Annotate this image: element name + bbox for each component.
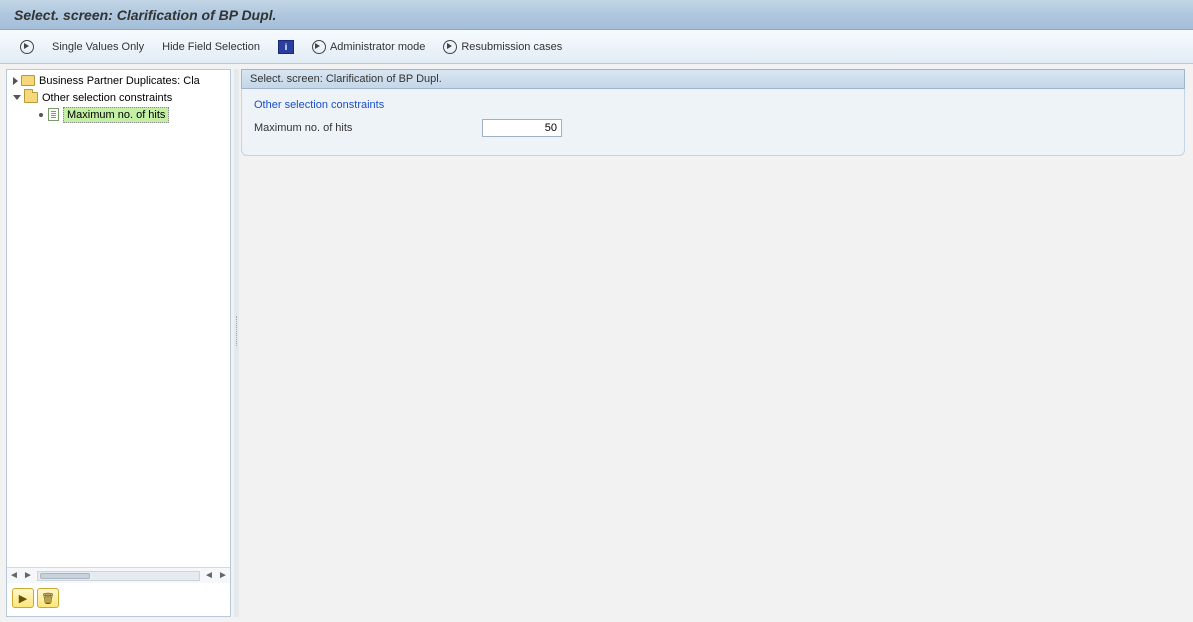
execute-icon [312, 40, 326, 54]
panel-body: Other selection constraints Maximum no. … [241, 89, 1185, 156]
field-row-max-hits: Maximum no. of hits [252, 119, 1174, 137]
play-icon: ▶ [19, 592, 27, 605]
tree-body: Business Partner Duplicates: Cla Other s… [7, 70, 230, 567]
panel-divider[interactable] [234, 69, 239, 617]
folder-icon [21, 75, 35, 86]
scroll-left-icon[interactable]: ◄ [7, 569, 21, 583]
info-button[interactable]: i [272, 36, 300, 58]
panel-header-label: Select. screen: Clarification of BP Dupl… [250, 73, 442, 85]
resubmission-cases-button[interactable]: Resubmission cases [437, 36, 568, 58]
tree-node-other-constraints[interactable]: Other selection constraints [7, 89, 230, 106]
execute-icon [20, 40, 34, 54]
panel-header: Select. screen: Clarification of BP Dupl… [241, 69, 1185, 89]
document-icon [48, 108, 59, 121]
tree-node-bp-duplicates[interactable]: Business Partner Duplicates: Cla [7, 72, 230, 89]
max-hits-input[interactable] [482, 119, 562, 137]
tree-h-scrollbar[interactable]: ◄ ► ◄ ► [7, 567, 230, 583]
scroll-right-icon[interactable]: ► [21, 569, 35, 583]
bullet-icon [39, 113, 43, 117]
scroll-right-icon[interactable]: ► [216, 569, 230, 583]
trash-icon: 🗑 [41, 592, 55, 605]
app-toolbar: Single Values Only Hide Field Selection … [0, 30, 1193, 64]
folder-open-icon [24, 92, 38, 103]
single-values-button[interactable]: Single Values Only [46, 36, 150, 58]
collapse-icon[interactable] [13, 95, 21, 100]
max-hits-label: Maximum no. of hits [254, 122, 474, 134]
tree-panel: Business Partner Duplicates: Cla Other s… [6, 69, 231, 617]
administrator-mode-button[interactable]: Administrator mode [306, 36, 431, 58]
group-label: Other selection constraints [252, 97, 1174, 119]
administrator-mode-label: Administrator mode [330, 41, 425, 53]
execute-icon [443, 40, 457, 54]
scroll-track[interactable] [37, 571, 200, 581]
execute-button[interactable] [14, 36, 40, 58]
delete-button[interactable]: 🗑 [37, 588, 59, 608]
page-title: Select. screen: Clarification of BP Dupl… [14, 7, 276, 23]
tree-node-label-selected: Maximum no. of hits [63, 107, 169, 123]
tree-actions: ▶ 🗑 [7, 583, 230, 616]
title-bar: Select. screen: Clarification of BP Dupl… [0, 0, 1193, 30]
tree-node-label: Business Partner Duplicates: Cla [39, 75, 200, 87]
expand-icon[interactable] [13, 77, 18, 85]
content-area: Business Partner Duplicates: Cla Other s… [0, 64, 1193, 622]
hide-field-selection-button[interactable]: Hide Field Selection [156, 36, 266, 58]
scroll-thumb[interactable] [40, 573, 90, 579]
scroll-left-icon[interactable]: ◄ [202, 569, 216, 583]
info-icon: i [278, 40, 294, 54]
single-values-label: Single Values Only [52, 41, 144, 53]
resubmission-cases-label: Resubmission cases [461, 41, 562, 53]
main-panel: Select. screen: Clarification of BP Dupl… [239, 64, 1193, 622]
tree-node-max-hits[interactable]: Maximum no. of hits [7, 106, 230, 123]
hide-field-selection-label: Hide Field Selection [162, 41, 260, 53]
execute-small-button[interactable]: ▶ [12, 588, 34, 608]
tree-node-label: Other selection constraints [42, 92, 172, 104]
